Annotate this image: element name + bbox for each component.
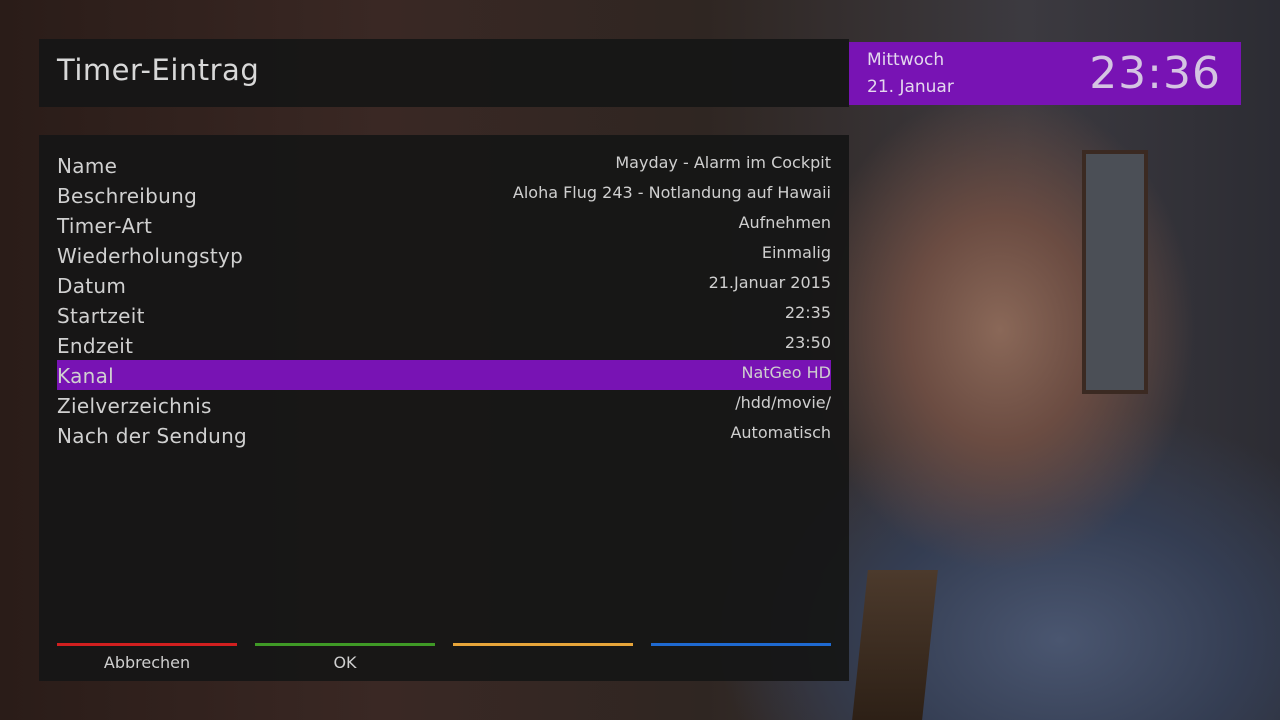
cancel-button[interactable]: Abbrechen bbox=[57, 653, 237, 672]
setting-label: Beschreibung bbox=[57, 184, 198, 208]
tv-screen: Timer-Eintrag Mittwoch 21. Januar 23:36 … bbox=[0, 0, 1280, 720]
setting-label: Zielverzeichnis bbox=[57, 394, 212, 418]
setting-value: 22:35 bbox=[784, 303, 831, 322]
setting-value: Aufnehmen bbox=[738, 213, 831, 232]
setting-value: NatGeo HD bbox=[741, 363, 831, 382]
green-key-bar[interactable] bbox=[255, 643, 435, 646]
setting-value: Einmalig bbox=[761, 243, 831, 262]
setting-row-timer-type[interactable]: Timer-Art Aufnehmen bbox=[57, 210, 831, 240]
page-title: Timer-Eintrag bbox=[57, 53, 260, 87]
setting-row-name[interactable]: Name Mayday - Alarm im Cockpit bbox=[57, 150, 831, 180]
blue-key-bar[interactable] bbox=[651, 643, 831, 646]
timer-entry-panel: Name Mayday - Alarm im Cockpit Beschreib… bbox=[39, 135, 849, 681]
background-picture-frame bbox=[1082, 150, 1148, 394]
clock-time: 23:36 bbox=[1089, 48, 1221, 99]
yellow-key-bar[interactable] bbox=[453, 643, 633, 646]
setting-label: Timer-Art bbox=[57, 214, 153, 238]
clock-box: Mittwoch 21. Januar 23:36 bbox=[849, 42, 1241, 105]
setting-row-date[interactable]: Datum 21.Januar 2015 bbox=[57, 270, 831, 300]
setting-value: 23:50 bbox=[784, 333, 831, 352]
setting-label: Nach der Sendung bbox=[57, 424, 248, 448]
setting-row-start-time[interactable]: Startzeit 22:35 bbox=[57, 300, 831, 330]
setting-value: Automatisch bbox=[730, 423, 831, 442]
setting-label: Name bbox=[57, 154, 118, 178]
setting-label: Datum bbox=[57, 274, 127, 298]
setting-row-end-time[interactable]: Endzeit 23:50 bbox=[57, 330, 831, 360]
setting-row-channel[interactable]: Kanal NatGeo HD bbox=[57, 360, 831, 390]
setting-row-target-directory[interactable]: Zielverzeichnis /hdd/movie/ bbox=[57, 390, 831, 420]
clock-day: Mittwoch bbox=[867, 50, 945, 70]
setting-label: Kanal bbox=[57, 364, 115, 388]
ok-button[interactable]: OK bbox=[255, 653, 435, 672]
setting-label: Startzeit bbox=[57, 304, 145, 328]
background-necktie bbox=[852, 570, 938, 720]
setting-row-repeat-type[interactable]: Wiederholungstyp Einmalig bbox=[57, 240, 831, 270]
setting-label: Endzeit bbox=[57, 334, 134, 358]
setting-value: 21.Januar 2015 bbox=[708, 273, 831, 292]
title-bar: Timer-Eintrag bbox=[39, 39, 849, 107]
red-key-bar[interactable] bbox=[57, 643, 237, 646]
clock-date: 21. Januar bbox=[867, 77, 954, 97]
setting-value: Aloha Flug 243 - Notlandung auf Hawaii bbox=[512, 183, 831, 202]
setting-label: Wiederholungstyp bbox=[57, 244, 244, 268]
settings-list: Name Mayday - Alarm im Cockpit Beschreib… bbox=[57, 150, 831, 450]
setting-value: /hdd/movie/ bbox=[735, 393, 831, 412]
setting-row-after-event[interactable]: Nach der Sendung Automatisch bbox=[57, 420, 831, 450]
setting-value: Mayday - Alarm im Cockpit bbox=[615, 153, 831, 172]
setting-row-description[interactable]: Beschreibung Aloha Flug 243 - Notlandung… bbox=[57, 180, 831, 210]
